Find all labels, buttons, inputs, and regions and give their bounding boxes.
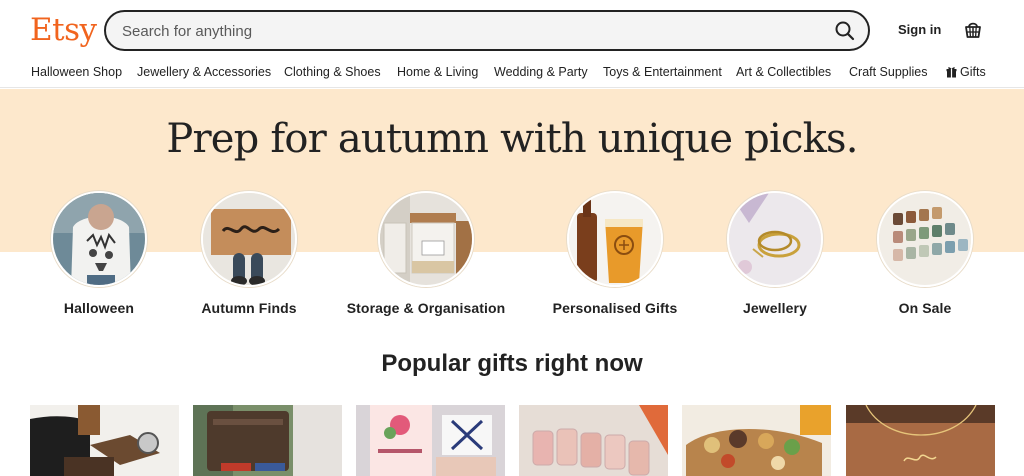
category-image	[877, 191, 973, 287]
search-input[interactable]	[122, 20, 802, 42]
gift-tile[interactable]	[519, 405, 668, 476]
search-icon	[835, 21, 855, 41]
search-button[interactable]	[832, 18, 858, 44]
nav-item-wedding-party[interactable]: Wedding & Party	[494, 65, 588, 79]
hero-headline: Prep for autumn with unique picks.	[166, 116, 858, 162]
category-autumn-finds[interactable]: Autumn Finds	[159, 191, 339, 316]
category-on-sale[interactable]: On Sale	[835, 191, 1015, 316]
gift-tile[interactable]	[30, 405, 179, 476]
site-header: Etsy Sign in	[0, 0, 1024, 60]
gift-tile[interactable]	[846, 405, 995, 476]
category-nav: Halloween Shop Jewellery & Accessories C…	[0, 60, 1024, 88]
category-image	[201, 191, 297, 287]
nav-item-gifts[interactable]: Gifts	[946, 65, 986, 79]
nav-item-home-living[interactable]: Home & Living	[397, 65, 478, 79]
category-personalised-gifts[interactable]: Personalised Gifts	[525, 191, 705, 316]
category-storage-organisation[interactable]: Storage & Organisation	[336, 191, 516, 316]
category-image	[567, 191, 663, 287]
category-image	[51, 191, 147, 287]
cart-button[interactable]	[962, 18, 984, 40]
gift-tile[interactable]	[682, 405, 831, 476]
nav-item-gifts-label: Gifts	[960, 65, 986, 79]
sign-in-button[interactable]: Sign in	[898, 22, 941, 37]
nav-item-jewellery-accessories[interactable]: Jewellery & Accessories	[137, 65, 271, 79]
nav-item-craft-supplies[interactable]: Craft Supplies	[849, 65, 928, 79]
category-label: On Sale	[898, 300, 952, 316]
nav-item-clothing-shoes[interactable]: Clothing & Shoes	[284, 65, 381, 79]
popular-gifts-heading: Popular gifts right now	[381, 350, 643, 377]
search-bar[interactable]	[104, 10, 870, 51]
nav-item-art-collectibles[interactable]: Art & Collectibles	[736, 65, 831, 79]
category-image	[727, 191, 823, 287]
gift-icon	[946, 67, 957, 78]
category-label: Autumn Finds	[201, 300, 297, 316]
category-label: Storage & Organisation	[346, 300, 506, 316]
nav-item-toys-entertainment[interactable]: Toys & Entertainment	[603, 65, 722, 79]
category-image	[378, 191, 474, 287]
etsy-logo[interactable]: Etsy	[30, 12, 97, 48]
gift-tile[interactable]	[356, 405, 505, 476]
category-label: Personalised Gifts	[552, 300, 678, 316]
gift-tile[interactable]	[193, 405, 342, 476]
nav-item-halloween-shop[interactable]: Halloween Shop	[31, 65, 122, 79]
basket-icon	[965, 22, 981, 38]
